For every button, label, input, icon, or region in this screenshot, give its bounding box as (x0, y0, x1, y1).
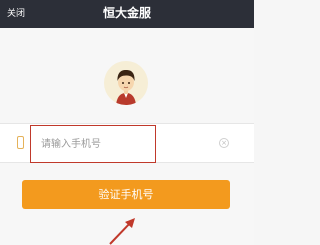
phone-input-box[interactable] (30, 125, 156, 163)
avatar (104, 61, 148, 105)
phone-input-row: × (0, 123, 254, 163)
phone-number-input[interactable] (41, 126, 151, 162)
page-title: 恒大金服 (102, 6, 151, 20)
top-navbar: 关闭 恒大金服 (0, 0, 254, 28)
clear-icon[interactable]: × (219, 138, 229, 148)
arrow-icon (109, 218, 135, 245)
phone-icon (17, 136, 24, 149)
verify-phone-button[interactable]: 验证手机号 (22, 180, 230, 209)
